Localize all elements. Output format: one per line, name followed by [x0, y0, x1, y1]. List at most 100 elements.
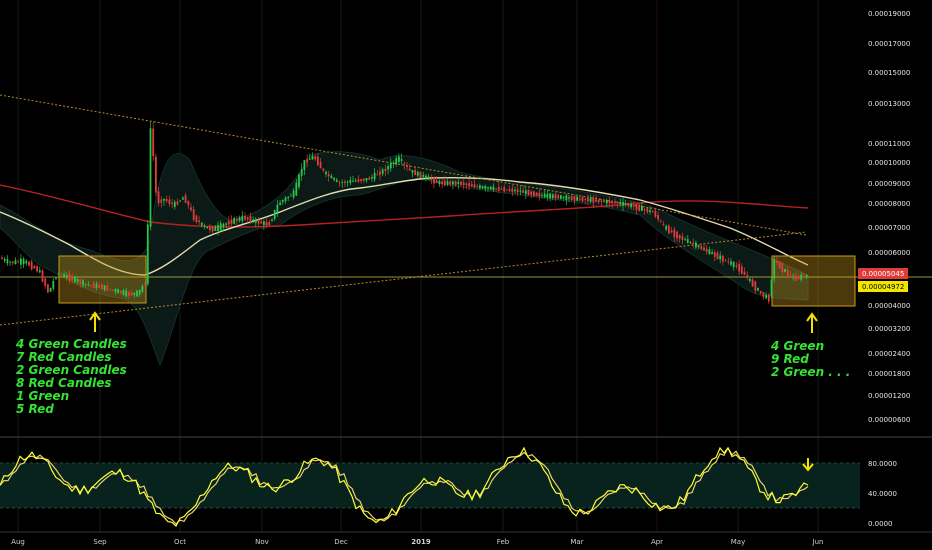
candle-red — [614, 202, 616, 204]
candle-red — [176, 201, 179, 205]
candle-red — [408, 168, 411, 171]
candle-green — [697, 245, 700, 248]
candle-green — [381, 169, 384, 174]
candle-green — [489, 186, 492, 190]
candle-red — [592, 198, 595, 203]
candle-green — [179, 200, 182, 202]
candle-red — [627, 203, 630, 207]
candle-red — [33, 265, 36, 269]
candle-green — [487, 187, 489, 189]
candle-red — [414, 170, 416, 176]
candle-green — [695, 242, 697, 248]
candle-red — [357, 179, 360, 182]
candle-green — [484, 186, 487, 190]
candle-red — [597, 199, 600, 203]
candle-red — [754, 281, 757, 291]
candle-red — [735, 265, 738, 267]
candle-red — [638, 204, 641, 211]
candle-green — [371, 176, 373, 179]
candle-green — [252, 219, 254, 221]
candle-red — [344, 181, 346, 184]
candle-green — [549, 193, 551, 199]
candle-red — [384, 168, 387, 172]
candle-red — [68, 273, 71, 281]
candle-green — [74, 276, 76, 282]
candle-red — [570, 196, 573, 201]
candle-red — [522, 190, 524, 193]
candle-green — [568, 197, 570, 199]
candle-red — [676, 231, 678, 239]
candle-green — [136, 290, 138, 297]
candle-green — [619, 202, 622, 205]
candle-green — [52, 280, 55, 289]
candle-red — [209, 226, 211, 231]
price-chart[interactable]: 4 Green Candles 7 Red Candles 2 Green Ca… — [0, 0, 932, 550]
candle-red — [441, 181, 443, 185]
price-tick: 0.00004000 — [868, 302, 910, 310]
candle-red — [751, 279, 754, 287]
candle-green — [422, 175, 425, 177]
candle-red — [468, 183, 470, 187]
candle-red — [362, 178, 365, 181]
candle-green — [711, 252, 713, 254]
candle-green — [492, 186, 495, 191]
candle-green — [303, 159, 306, 170]
candle-green — [446, 181, 449, 185]
oscillator-tick: 0.0000 — [868, 520, 893, 528]
candle-green — [122, 290, 125, 295]
candle-red — [530, 191, 533, 195]
candle-red — [419, 171, 422, 178]
candle-green — [333, 177, 335, 180]
candle-green — [686, 239, 689, 243]
candle-green — [452, 181, 454, 185]
candle-red — [192, 209, 195, 220]
candle-green — [276, 204, 279, 213]
price-tick: 0.00006000 — [868, 249, 910, 257]
candle-green — [732, 262, 735, 268]
candle-red — [322, 168, 325, 171]
candle-red — [578, 198, 581, 200]
candle-red — [635, 204, 638, 210]
time-tick: Feb — [497, 538, 510, 546]
candle-green — [335, 179, 338, 182]
price-tick: 0.00017000 — [868, 40, 910, 48]
price-tick: 0.00015000 — [868, 69, 910, 77]
candle-green — [792, 276, 794, 278]
candle-red — [632, 206, 635, 207]
candle-green — [373, 172, 376, 180]
candle-red — [673, 229, 676, 238]
candle-red — [155, 156, 157, 193]
candle-red — [508, 189, 511, 191]
candle-red — [144, 283, 146, 285]
candle-red — [506, 189, 508, 191]
candle-green — [689, 241, 692, 243]
candle-green — [543, 193, 546, 198]
candle-red — [244, 216, 246, 220]
candle-green — [300, 169, 303, 176]
candle-red — [789, 274, 792, 276]
current-price-red: 0.00005045 — [862, 270, 904, 278]
candle-green — [784, 269, 786, 272]
candle-green — [25, 260, 28, 264]
candle-red — [327, 173, 330, 177]
candle-red — [236, 219, 238, 221]
candle-red — [465, 183, 468, 185]
candle-green — [411, 170, 414, 173]
candle-green — [387, 166, 389, 170]
candle-red — [157, 191, 160, 204]
candle-green — [206, 226, 209, 229]
candle-red — [376, 174, 379, 176]
candle-red — [160, 199, 163, 203]
time-tick: 2019 — [411, 538, 431, 546]
candle-red — [260, 221, 263, 224]
candle-green — [6, 259, 9, 264]
candle-red — [1, 257, 3, 260]
candle-red — [767, 294, 770, 302]
candle-red — [681, 236, 684, 240]
candle-red — [41, 270, 44, 282]
candle-red — [705, 248, 708, 252]
price-tick: 0.00001800 — [868, 370, 910, 378]
candle-red — [616, 202, 619, 204]
candle-red — [797, 276, 800, 280]
candle-red — [643, 209, 646, 210]
